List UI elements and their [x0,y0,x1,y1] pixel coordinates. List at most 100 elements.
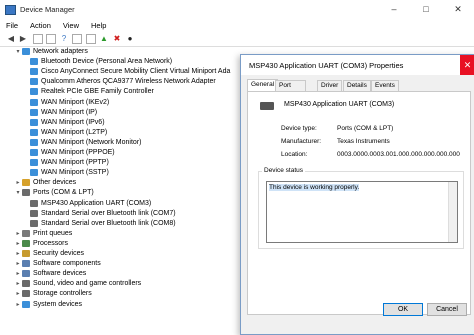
expand-icon[interactable]: ▸ [15,239,21,249]
tree-category[interactable]: ▸ Print queues [0,229,240,239]
tree-device[interactable]: WAN Miniport (IP) [0,108,240,118]
close-button[interactable]: ✕ [442,0,474,19]
expand-icon[interactable]: ▸ [15,289,21,299]
tree-item-label: Storage controllers [33,290,92,298]
system-icon [22,300,30,308]
tree-device[interactable]: Bluetooth Device (Personal Area Network) [0,57,240,67]
status-scrollbar[interactable] [448,182,457,242]
network-adapter-icon [22,48,30,55]
disable-icon[interactable]: ● [125,34,135,44]
tree-category[interactable]: ▾ Network adapters [0,47,240,57]
sound-icon [22,280,30,288]
scan-hardware-icon[interactable] [86,34,96,44]
expand-icon[interactable]: ▸ [15,300,21,310]
expand-icon[interactable]: ▸ [15,229,21,239]
device-type-label: Device type: [281,125,317,132]
maximize-button[interactable]: □ [410,0,442,19]
location-value: 0003.0000.0003.001.000.000.000.000.000 [337,151,460,158]
port-icon [30,199,38,207]
device-status-text: This device is working properly. [269,184,360,191]
tree-device[interactable]: Realtek PCIe GBE Family Controller [0,87,240,97]
tree-item-label: Print queues [33,229,73,237]
tree-category[interactable]: ▸ Storage controllers [0,289,240,299]
security-icon [22,250,30,257]
view-icon[interactable] [72,34,82,44]
network-adapter-icon [30,108,38,116]
other-devices-icon [22,179,30,187]
update-driver-icon[interactable]: ▲ [99,34,109,44]
port-icon [260,102,274,110]
tree-device[interactable]: WAN Miniport (PPPOE) [0,148,240,158]
dialog-close-button[interactable]: ✕ [460,55,474,75]
minimize-button[interactable]: – [378,0,410,19]
tree-item-label: WAN Miniport (PPPOE) [41,149,115,156]
expand-icon[interactable]: ▸ [15,259,21,269]
tree-category[interactable]: ▸ System devices [0,300,240,310]
tree-item-label: Software devices [33,270,87,278]
network-adapter-icon [30,138,38,146]
device-status-label: Device status [262,167,306,174]
tree-device[interactable]: Qualcomm Atheros QCA9377 Wireless Networ… [0,77,240,87]
details-icon[interactable] [46,34,56,44]
tree-item-label: MSP430 Application UART (COM3) [41,199,152,207]
tab-port-settings[interactable]: Port Settings [275,80,307,99]
tree-device[interactable]: WAN Miniport (Network Monitor) [0,138,240,148]
tree-category[interactable]: ▸ Software devices [0,269,240,279]
tree-category[interactable]: ▸ Software components [0,259,240,269]
tab-events[interactable]: Events [371,80,399,91]
dialog-title: MSP430 Application UART (COM3) Propertie… [249,61,404,70]
dialog-title-bar: MSP430 Application UART (COM3) Propertie… [241,55,474,75]
device-status-textbox[interactable]: This device is working properly. [266,181,458,243]
help-icon[interactable]: ? [59,34,69,44]
device-tree: ▾ Network adapters Bluetooth Device (Perso… [0,47,240,333]
forward-icon[interactable]: ▶ [18,34,28,44]
tree-device[interactable]: Cisco AnyConnect Secure Mobility Client … [0,67,240,77]
collapse-icon[interactable]: ▾ [15,188,21,198]
tree-category[interactable]: ▸ Other devices [0,178,240,188]
tree-device[interactable]: WAN Miniport (L2TP) [0,128,240,138]
menu-action[interactable]: Action [30,19,51,32]
tree-category[interactable]: ▸ Processors [0,239,240,249]
tree-device[interactable]: WAN Miniport (SSTP) [0,168,240,178]
network-adapter-icon [30,128,38,136]
network-adapter-icon [30,169,38,177]
tree-item-label: WAN Miniport (Network Monitor) [41,138,142,146]
tree-device[interactable]: WAN Miniport (IKEv2) [0,98,240,108]
tree-item-label: WAN Miniport (IPv6) [41,118,105,126]
expand-icon[interactable]: ▸ [15,279,21,289]
tree-device[interactable]: Standard Serial over Bluetooth link (COM… [0,209,240,219]
location-label: Location: [281,151,308,158]
network-adapter-icon [30,149,38,156]
tree-item-label: Standard Serial over Bluetooth link (COM… [41,219,176,227]
tree-category[interactable]: ▾ Ports (COM & LPT) [0,188,240,198]
window-title: Device Manager [20,5,75,14]
back-icon[interactable]: ◀ [6,34,16,44]
port-icon [30,209,38,217]
uninstall-icon[interactable]: ✖ [112,34,122,44]
menu-help[interactable]: Help [91,19,106,32]
tree-item-label: WAN Miniport (L2TP) [41,128,108,136]
tree-item-label: WAN Miniport (PPTP) [41,159,109,167]
tree-device[interactable]: Standard Serial over Bluetooth link (COM… [0,219,240,229]
tree-device[interactable]: MSP430 Application UART (COM3) [0,199,240,209]
properties-icon[interactable] [33,34,43,44]
network-adapter-icon [30,88,38,96]
expand-icon[interactable]: ▸ [15,269,21,279]
collapse-icon[interactable]: ▾ [15,47,21,57]
menu-file[interactable]: File [6,19,18,32]
expand-icon[interactable]: ▸ [15,249,21,259]
tree-device[interactable]: WAN Miniport (IPv6) [0,118,240,128]
tree-device[interactable]: WAN Miniport (PPTP) [0,158,240,168]
ok-button[interactable]: OK [383,303,423,316]
cancel-button[interactable]: Cancel [427,303,467,316]
menu-view[interactable]: View [63,19,79,32]
tree-category[interactable]: ▸ Security devices [0,249,240,259]
tree-item-label: WAN Miniport (IKEv2) [41,98,110,106]
tab-details[interactable]: Details [343,80,371,91]
port-icon [22,189,30,197]
expand-icon[interactable]: ▸ [15,178,21,188]
tree-item-label: System devices [33,300,83,308]
tab-driver[interactable]: Driver [317,80,343,91]
tree-item-label: Ports (COM & LPT) [33,189,94,197]
tree-category[interactable]: ▸ Sound, video and game controllers [0,279,240,289]
